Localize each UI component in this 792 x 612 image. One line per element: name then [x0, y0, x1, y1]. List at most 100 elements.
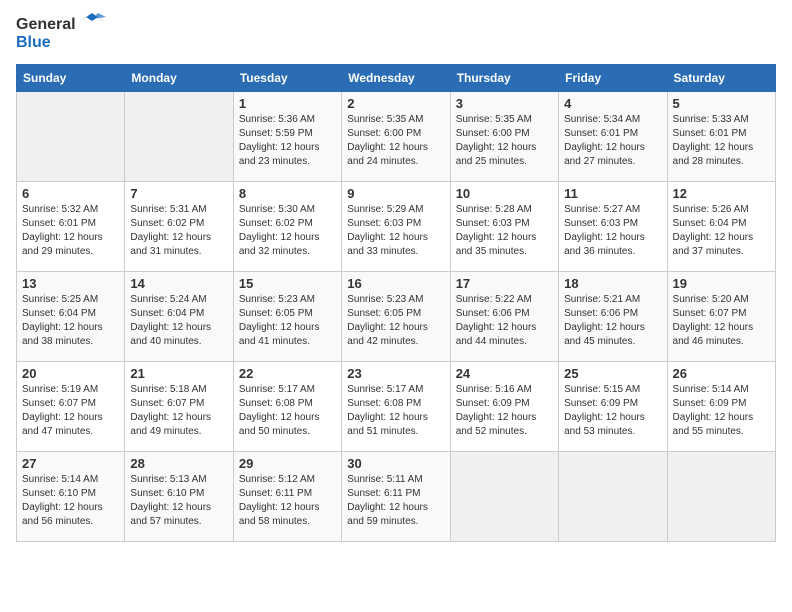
day-number: 8 — [239, 186, 336, 201]
calendar-day-cell: 28 Sunrise: 5:13 AMSunset: 6:10 PMDayligh… — [125, 452, 233, 542]
calendar-week-row: 20 Sunrise: 5:19 AMSunset: 6:07 PMDayligh… — [17, 362, 776, 452]
day-info: Sunrise: 5:27 AMSunset: 6:03 PMDaylight:… — [564, 203, 661, 259]
day-of-week-header: Tuesday — [233, 65, 341, 92]
day-number: 20 — [22, 366, 119, 381]
day-number: 25 — [564, 366, 661, 381]
day-number: 15 — [239, 276, 336, 291]
page-header: General Blue — [16, 16, 776, 52]
calendar-day-cell: 30 Sunrise: 5:11 AMSunset: 6:11 PMDayligh… — [342, 452, 450, 542]
calendar-day-cell: 11Sunrise: 5:27 AMSunset: 6:03 PMDayligh… — [559, 182, 667, 272]
day-number: 5 — [673, 96, 770, 111]
day-info: Sunrise: 5:30 AMSunset: 6:02 PMDaylight:… — [239, 203, 336, 259]
day-number: 3 — [456, 96, 553, 111]
day-info: Sunrise: 5:18 AMSunset: 6:07 PMDaylight:… — [130, 383, 227, 439]
day-number: 6 — [22, 186, 119, 201]
day-of-week-header: Monday — [125, 65, 233, 92]
calendar-day-cell: 12 Sunrise: 5:26 AMSunset: 6:04 PMDayligh… — [667, 182, 775, 272]
day-info: Sunrise: 5:25 AMSunset: 6:04 PMDaylight:… — [22, 293, 119, 349]
calendar-day-cell: 9 Sunrise: 5:29 AMSunset: 6:03 PMDaylight… — [342, 182, 450, 272]
logo-bird-icon — [78, 13, 106, 33]
calendar-day-cell: 18 Sunrise: 5:21 AMSunset: 6:06 PMDayligh… — [559, 272, 667, 362]
day-number: 4 — [564, 96, 661, 111]
day-number: 21 — [130, 366, 227, 381]
calendar-day-cell: 23 Sunrise: 5:17 AMSunset: 6:08 PMDayligh… — [342, 362, 450, 452]
day-info: Sunrise: 5:15 AMSunset: 6:09 PMDaylight:… — [564, 383, 661, 439]
day-info: Sunrise: 5:13 AMSunset: 6:10 PMDaylight:… — [130, 473, 227, 529]
day-info: Sunrise: 5:29 AMSunset: 6:03 PMDaylight:… — [347, 203, 444, 259]
day-number: 13 — [22, 276, 119, 291]
calendar-day-cell — [450, 452, 558, 542]
day-info: Sunrise: 5:12 AMSunset: 6:11 PMDaylight:… — [239, 473, 336, 529]
day-info: Sunrise: 5:22 AMSunset: 6:06 PMDaylight:… — [456, 293, 553, 349]
day-of-week-header: Friday — [559, 65, 667, 92]
day-info: Sunrise: 5:21 AMSunset: 6:06 PMDaylight:… — [564, 293, 661, 349]
day-info: Sunrise: 5:34 AMSunset: 6:01 PMDaylight:… — [564, 113, 661, 169]
day-number: 12 — [673, 186, 770, 201]
logo-container: General Blue — [16, 16, 106, 52]
day-number: 17 — [456, 276, 553, 291]
day-info: Sunrise: 5:35 AMSunset: 6:00 PMDaylight:… — [456, 113, 553, 169]
calendar-day-cell — [559, 452, 667, 542]
calendar-day-cell: 19 Sunrise: 5:20 AMSunset: 6:07 PMDayligh… — [667, 272, 775, 362]
day-number: 16 — [347, 276, 444, 291]
day-info: Sunrise: 5:23 AMSunset: 6:05 PMDaylight:… — [239, 293, 336, 349]
day-info: Sunrise: 5:17 AMSunset: 6:08 PMDaylight:… — [239, 383, 336, 439]
calendar-header: SundayMondayTuesdayWednesdayThursdayFrid… — [17, 65, 776, 92]
day-info: Sunrise: 5:23 AMSunset: 6:05 PMDaylight:… — [347, 293, 444, 349]
day-info: Sunrise: 5:11 AMSunset: 6:11 PMDaylight:… — [347, 473, 444, 529]
calendar-day-cell: 29 Sunrise: 5:12 AMSunset: 6:11 PMDayligh… — [233, 452, 341, 542]
calendar-week-row: 1Sunrise: 5:36 AMSunset: 5:59 PMDaylight… — [17, 92, 776, 182]
day-info: Sunrise: 5:20 AMSunset: 6:07 PMDaylight:… — [673, 293, 770, 349]
day-of-week-header: Saturday — [667, 65, 775, 92]
calendar-day-cell: 10 Sunrise: 5:28 AMSunset: 6:03 PMDayligh… — [450, 182, 558, 272]
logo: General Blue — [16, 16, 106, 52]
day-number: 23 — [347, 366, 444, 381]
calendar-day-cell: 27 Sunrise: 5:14 AMSunset: 6:10 PMDayligh… — [17, 452, 125, 542]
day-number: 27 — [22, 456, 119, 471]
day-info: Sunrise: 5:26 AMSunset: 6:04 PMDaylight:… — [673, 203, 770, 259]
day-info: Sunrise: 5:33 AMSunset: 6:01 PMDaylight:… — [673, 113, 770, 169]
calendar-day-cell: 14 Sunrise: 5:24 AMSunset: 6:04 PMDayligh… — [125, 272, 233, 362]
day-of-week-header: Wednesday — [342, 65, 450, 92]
calendar-table: SundayMondayTuesdayWednesdayThursdayFrid… — [16, 64, 776, 542]
calendar-day-cell: 24 Sunrise: 5:16 AMSunset: 6:09 PMDayligh… — [450, 362, 558, 452]
day-number: 18 — [564, 276, 661, 291]
calendar-day-cell: 1Sunrise: 5:36 AMSunset: 5:59 PMDaylight… — [233, 92, 341, 182]
day-number: 9 — [347, 186, 444, 201]
day-number: 14 — [130, 276, 227, 291]
day-number: 28 — [130, 456, 227, 471]
calendar-day-cell: 17 Sunrise: 5:22 AMSunset: 6:06 PMDayligh… — [450, 272, 558, 362]
calendar-day-cell: 26 Sunrise: 5:14 AMSunset: 6:09 PMDayligh… — [667, 362, 775, 452]
calendar-week-row: 27 Sunrise: 5:14 AMSunset: 6:10 PMDayligh… — [17, 452, 776, 542]
day-info: Sunrise: 5:14 AMSunset: 6:09 PMDaylight:… — [673, 383, 770, 439]
calendar-day-cell: 13 Sunrise: 5:25 AMSunset: 6:04 PMDayligh… — [17, 272, 125, 362]
day-number: 2 — [347, 96, 444, 111]
day-info: Sunrise: 5:16 AMSunset: 6:09 PMDaylight:… — [456, 383, 553, 439]
calendar-day-cell: 2Sunrise: 5:35 AMSunset: 6:00 PMDaylight… — [342, 92, 450, 182]
calendar-body: 1Sunrise: 5:36 AMSunset: 5:59 PMDaylight… — [17, 92, 776, 542]
day-of-week-header: Thursday — [450, 65, 558, 92]
calendar-day-cell — [17, 92, 125, 182]
logo-general: General — [16, 16, 76, 34]
day-number: 22 — [239, 366, 336, 381]
day-info: Sunrise: 5:14 AMSunset: 6:10 PMDaylight:… — [22, 473, 119, 529]
day-number: 30 — [347, 456, 444, 471]
calendar-day-cell: 15 Sunrise: 5:23 AMSunset: 6:05 PMDayligh… — [233, 272, 341, 362]
day-info: Sunrise: 5:24 AMSunset: 6:04 PMDaylight:… — [130, 293, 227, 349]
calendar-day-cell — [125, 92, 233, 182]
calendar-day-cell: 7 Sunrise: 5:31 AMSunset: 6:02 PMDaylight… — [125, 182, 233, 272]
day-number: 24 — [456, 366, 553, 381]
header-row: SundayMondayTuesdayWednesdayThursdayFrid… — [17, 65, 776, 92]
day-number: 26 — [673, 366, 770, 381]
day-number: 7 — [130, 186, 227, 201]
day-info: Sunrise: 5:17 AMSunset: 6:08 PMDaylight:… — [347, 383, 444, 439]
day-info: Sunrise: 5:31 AMSunset: 6:02 PMDaylight:… — [130, 203, 227, 259]
calendar-day-cell: 21 Sunrise: 5:18 AMSunset: 6:07 PMDayligh… — [125, 362, 233, 452]
day-number: 10 — [456, 186, 553, 201]
day-info: Sunrise: 5:19 AMSunset: 6:07 PMDaylight:… — [22, 383, 119, 439]
calendar-day-cell: 25 Sunrise: 5:15 AMSunset: 6:09 PMDayligh… — [559, 362, 667, 452]
day-number: 19 — [673, 276, 770, 291]
logo-blue: Blue — [16, 34, 51, 52]
day-info: Sunrise: 5:28 AMSunset: 6:03 PMDaylight:… — [456, 203, 553, 259]
day-number: 29 — [239, 456, 336, 471]
